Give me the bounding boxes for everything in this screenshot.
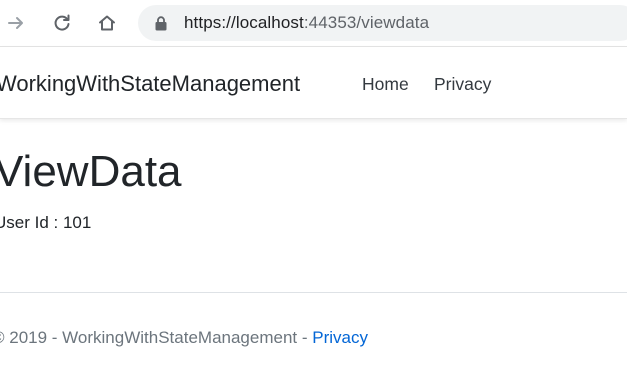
forward-button[interactable] xyxy=(2,9,30,37)
app-navbar: WorkingWithStateManagement Home Privacy xyxy=(0,47,627,119)
footer-privacy-link[interactable]: Privacy xyxy=(312,328,368,347)
address-bar[interactable]: https://localhost:44353/viewdata xyxy=(138,5,627,41)
home-icon xyxy=(99,15,115,31)
nav-link-home[interactable]: Home xyxy=(362,73,409,95)
url-host: https://localhost xyxy=(184,13,304,32)
home-button[interactable] xyxy=(93,9,121,37)
url-path: :44353/viewdata xyxy=(303,13,430,32)
browser-toolbar: https://localhost:44353/viewdata xyxy=(0,0,627,47)
page: https://localhost:44353/viewdata Working… xyxy=(0,0,627,376)
navbar-brand[interactable]: WorkingWithStateManagement xyxy=(0,71,300,97)
url-text[interactable]: https://localhost:44353/viewdata xyxy=(184,13,429,33)
reload-icon xyxy=(54,14,70,31)
footer: © 2019 - WorkingWithStateManagement - Pr… xyxy=(0,327,368,349)
footer-divider xyxy=(0,292,627,293)
user-id-text: User Id : 101 xyxy=(0,213,92,232)
lock-icon[interactable] xyxy=(154,16,168,31)
nav-link-privacy[interactable]: Privacy xyxy=(434,73,491,95)
reload-button[interactable] xyxy=(48,9,76,37)
page-title: ViewData xyxy=(0,147,182,196)
arrow-right-icon xyxy=(8,17,23,29)
footer-text: © 2019 - WorkingWithStateManagement - xyxy=(0,328,313,347)
